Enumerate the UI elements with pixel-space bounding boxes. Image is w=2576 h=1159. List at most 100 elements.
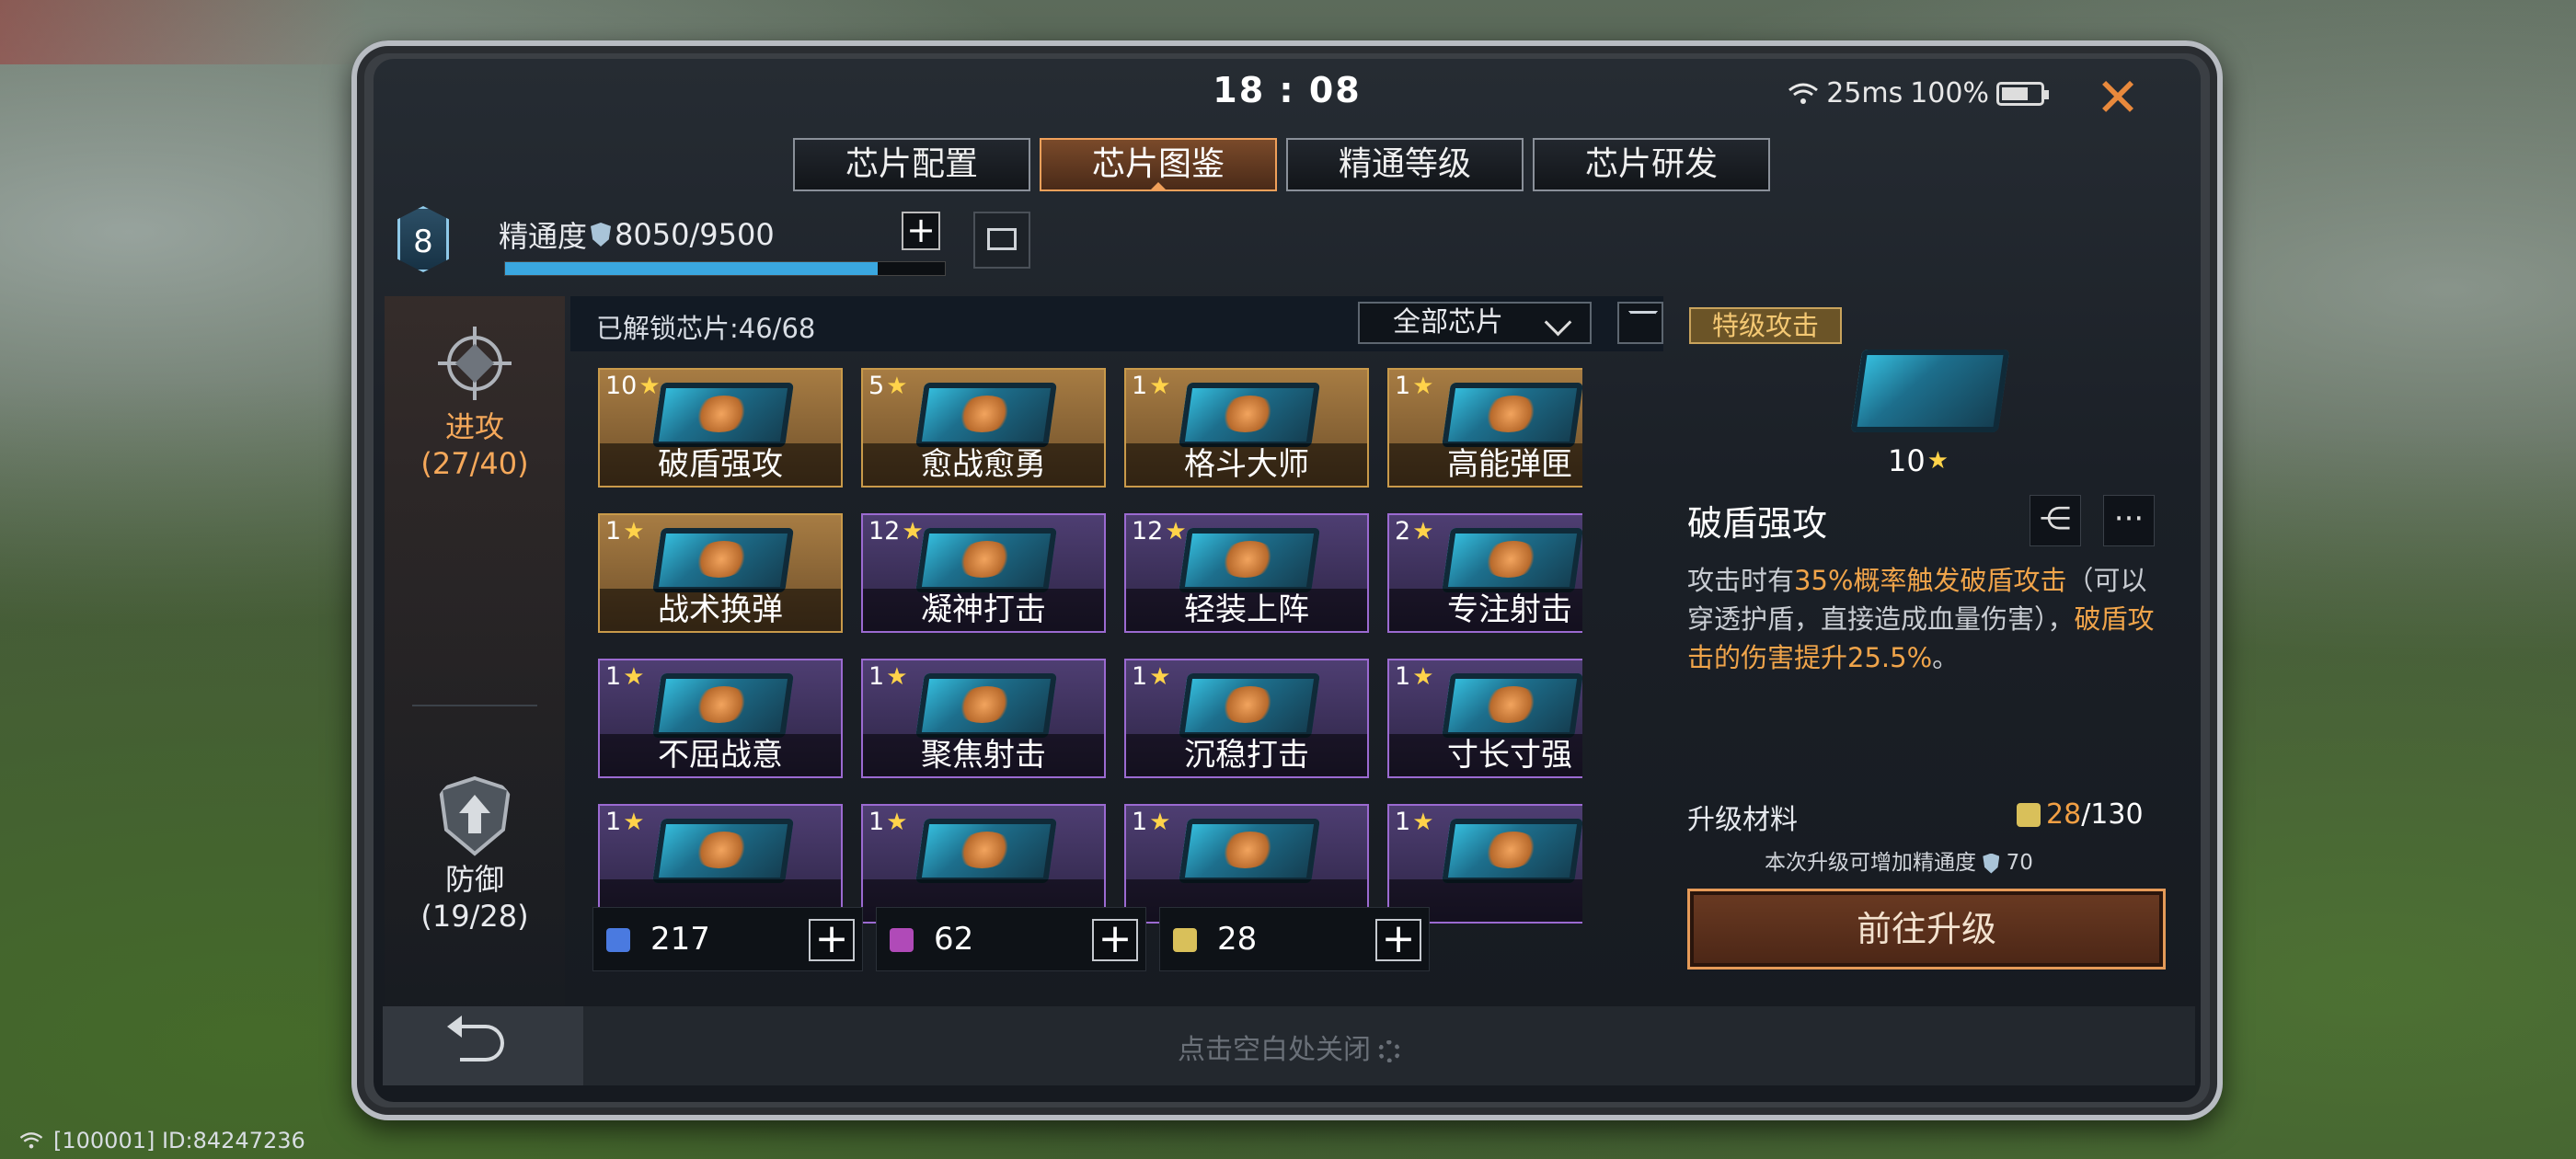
filter-button[interactable] [1617,302,1663,344]
add-blue-chip-button[interactable]: + [809,919,855,961]
currency-value: 62 [934,921,974,958]
more-options-button[interactable]: ··· [2103,495,2155,546]
star-icon: ★ [902,517,924,545]
chip-card[interactable]: 5 ★ 愈战愈勇 [861,368,1106,488]
chip-level-value: 1 [605,662,622,691]
chip-card[interactable]: 1 ★ 战术换弹 [598,513,843,633]
chip-image [915,383,1057,447]
mastery-label: 精通度 8050/9500 [499,213,775,256]
tab-bar: 芯片配置 芯片图鉴 精通等级 芯片研发 [793,138,1770,191]
chip-image [1442,673,1582,738]
chip-image [652,819,794,883]
tab-chip-research[interactable]: 芯片研发 [1533,138,1770,191]
sidebar-divider [412,705,537,706]
chip-image [915,673,1057,738]
star-icon: ★ [1149,662,1171,691]
currency-value: 28 [1217,921,1258,958]
chip-name: 格斗大师 [1126,443,1367,486]
status-bar: 18 : 08 25ms 100% ✕ [374,59,2201,132]
tab-chip-codex[interactable]: 芯片图鉴 [1040,138,1277,191]
sidebar-item-defense[interactable]: 防御 (19/28) [385,775,565,935]
chip-card[interactable]: 1 ★ 寸长寸强 [1387,659,1582,778]
chip-level-value: 1 [605,517,622,545]
chip-tree-button[interactable]: ⋲ [2030,495,2081,546]
chip-card[interactable]: 1 ★ [1124,804,1369,924]
chip-card[interactable]: 2 ★ 专注射击 [1387,513,1582,633]
chip-filter-value: 全部芯片 [1393,306,1503,339]
tab-mastery-level[interactable]: 精通等级 [1286,138,1524,191]
chip-card[interactable]: 1 ★ [1387,804,1582,924]
background-banner [0,0,368,64]
star-icon: ★ [638,372,661,400]
currency-value: 217 [650,921,710,958]
attack-icon [438,327,512,400]
star-icon: ★ [886,372,908,400]
sidebar-item-attack[interactable]: 进攻 (27/40) [385,322,565,482]
star-icon: ★ [886,808,908,836]
star-icon: ★ [1412,372,1434,400]
chip-level-value: 12 [868,517,901,545]
sidebar-item-count: (19/28) [420,899,529,934]
mastery-label-text: 精通度 [499,219,588,254]
star-icon: ★ [1926,447,1949,475]
currency-purple-chip: 62 + [876,907,1146,971]
chip-level: 5 ★ [868,372,908,400]
chip-name: 沉稳打击 [1126,734,1367,776]
chip-level-value: 1 [1395,372,1411,400]
unlocked-count: 已解锁芯片:46/68 [596,313,816,344]
chip-card[interactable]: 12 ★ 轻装上阵 [1124,513,1369,633]
chip-level: 2 ★ [1395,517,1434,545]
chip-level-value: 1 [1132,662,1148,691]
chip-level: 1 ★ [605,662,645,691]
mastery-info-button[interactable] [973,212,1030,269]
chip-card[interactable]: 1 ★ 不屈战意 [598,659,843,778]
chip-codex-panel: 18 : 08 25ms 100% ✕ 芯片配置 芯片图鉴 精通等级 芯片研发 … [374,59,2201,1102]
chip-card[interactable]: 10 ★ 破盾强攻 [598,368,843,488]
chip-card[interactable]: 12 ★ 凝神打击 [861,513,1106,633]
selected-chip-level-value: 10 [1888,443,1926,478]
chip-card[interactable]: 1 ★ [598,804,843,924]
chip-card[interactable]: 1 ★ 聚焦射击 [861,659,1106,778]
chip-level: 12 ★ [868,517,924,545]
chip-image [1179,383,1320,447]
ping-text: 25ms [1826,77,1903,109]
go-upgrade-button[interactable]: 前往升级 [1687,889,2166,970]
add-purple-chip-button[interactable]: + [1092,919,1138,961]
currency-gold-chip: 28 + [1159,907,1430,971]
chip-image [1179,528,1320,592]
chip-level-value: 5 [868,372,885,400]
chip-type-tag: 特级攻击 [1689,307,1842,344]
upgrade-note-value: 70 [2006,851,2033,875]
add-mastery-button[interactable]: + [902,212,940,250]
add-gold-chip-button[interactable]: + [1375,919,1421,961]
chip-name: 轻装上阵 [1126,589,1367,631]
star-icon: ★ [623,517,645,545]
chip-image [1442,528,1582,592]
chip-filter-dropdown[interactable]: 全部芯片 [1358,302,1592,344]
chip-name: 高能弹匣 [1389,443,1582,486]
bottom-bar[interactable]: 点击空白处关闭 [383,1006,2195,1085]
funnel-icon [1628,311,1658,338]
description-text: 。 [1932,642,1960,673]
chip-name: 凝神打击 [863,589,1104,631]
chip-name: 寸长寸强 [1389,734,1582,776]
mastery-shield-icon [591,223,612,247]
chip-card[interactable]: 1 ★ [861,804,1106,924]
chip-level: 10 ★ [605,372,661,400]
description-text: 攻击时有 [1687,565,1795,596]
close-button[interactable]: ✕ [2090,70,2145,125]
chip-level: 1 ★ [1395,808,1434,836]
upgrade-material-count: 28/130 [2017,798,2144,831]
chip-card[interactable]: 1 ★ 沉稳打击 [1124,659,1369,778]
mastery-value: 8050/9500 [615,217,775,252]
chip-card[interactable]: 1 ★ 格斗大师 [1124,368,1369,488]
star-icon: ★ [623,662,645,691]
chip-level: 1 ★ [868,808,908,836]
chip-image [1179,819,1320,883]
chip-card[interactable]: 1 ★ 高能弹匣 [1387,368,1582,488]
mastery-progress-fill [505,262,878,275]
gold-chip-icon [2017,802,2041,827]
chip-level-value: 1 [1395,662,1411,691]
chip-name: 破盾强攻 [600,443,841,486]
tab-chip-config[interactable]: 芯片配置 [793,138,1030,191]
